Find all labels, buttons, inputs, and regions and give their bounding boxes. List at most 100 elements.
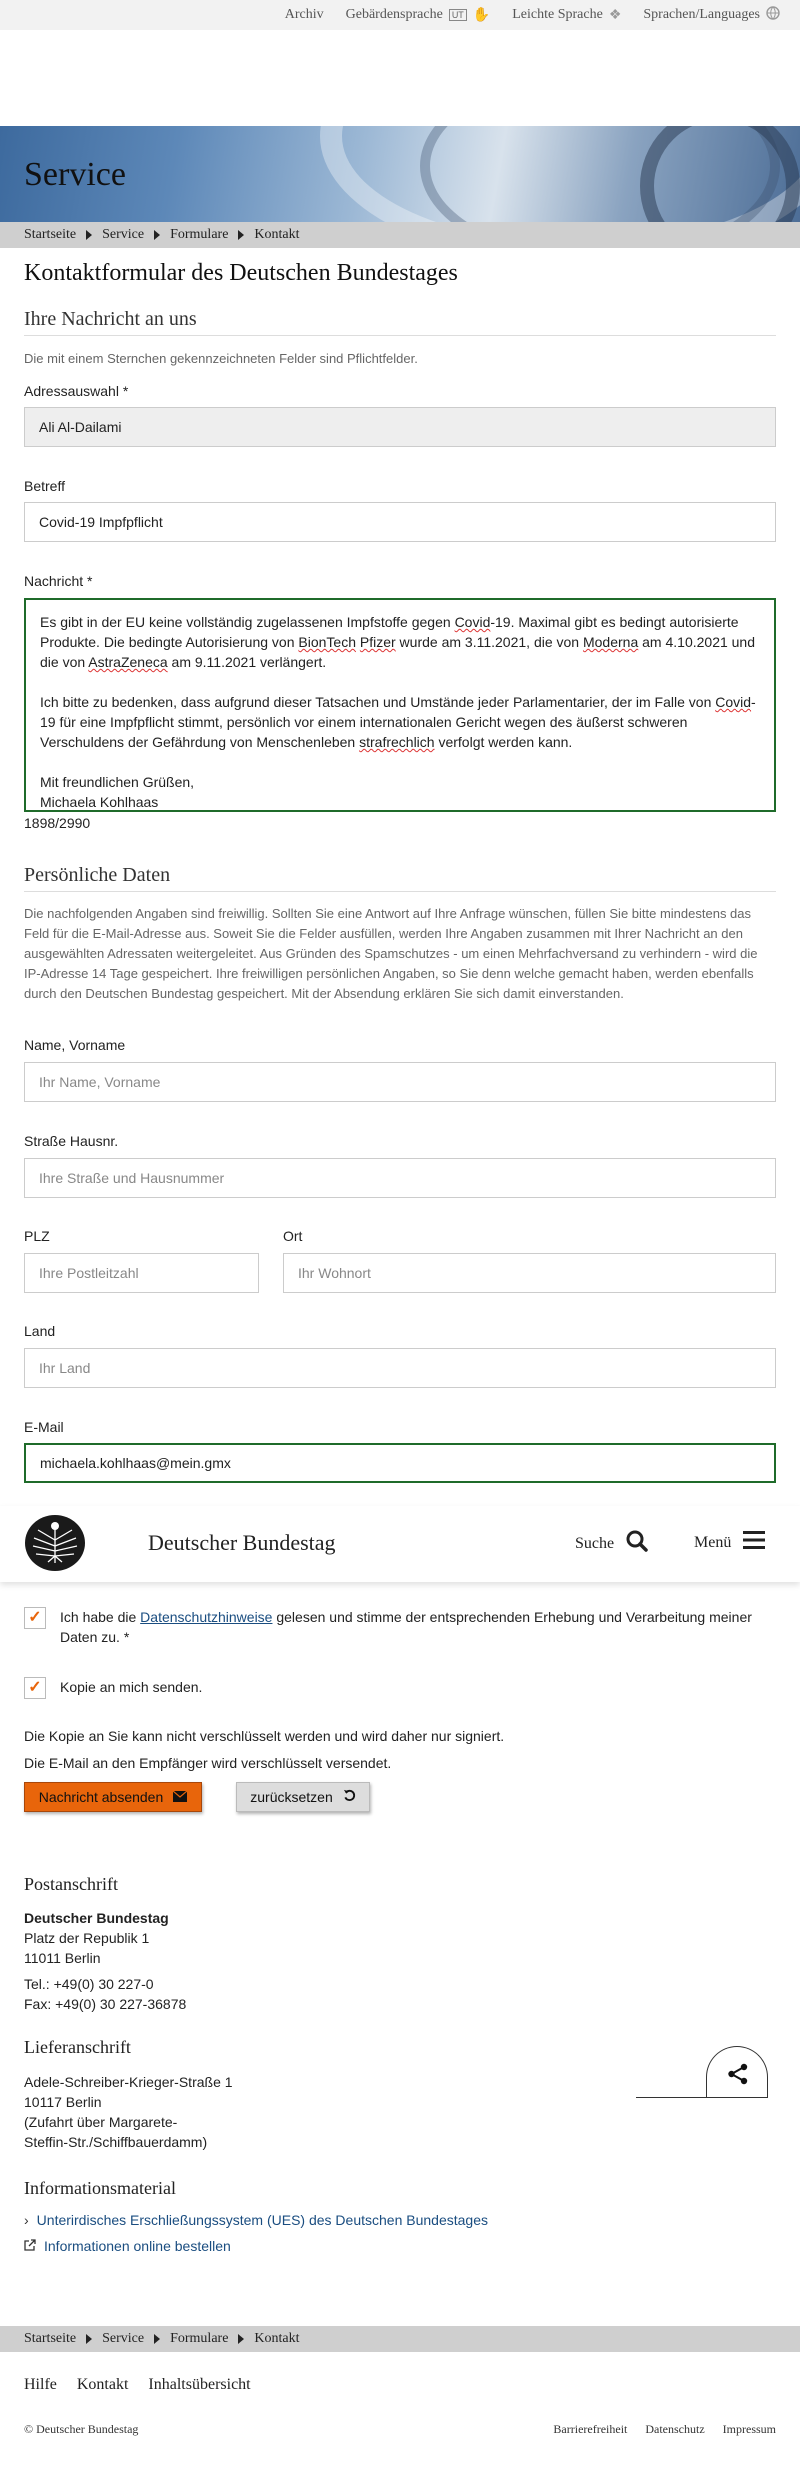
lief-note: (Zufahrt über Margarete- — [24, 2114, 178, 2130]
footer-link-inhaltsuebersicht[interactable]: Inhaltsübersicht — [148, 2376, 250, 2394]
hands-icon: ✋ — [472, 7, 491, 23]
breadcrumb: Startseite Service Formulare Kontakt — [0, 222, 800, 248]
plz-input[interactable]: Ihre Postleitzahl — [24, 1253, 259, 1293]
share-button[interactable] — [706, 2046, 768, 2098]
post-name: Deutscher Bundestag — [24, 1910, 169, 1926]
street-input[interactable]: Ihre Straße und Hausnummer — [24, 1158, 776, 1198]
ort-placeholder: Ihr Wohnort — [298, 1265, 371, 1281]
order-info-link[interactable]: Informationen online bestellen — [24, 2238, 231, 2254]
phone-number: Tel.: +49(0) 30 227-0 — [24, 1976, 154, 1992]
footer-link-impressum[interactable]: Impressum — [723, 2422, 776, 2437]
copy-note: Die Kopie an Sie kann nicht verschlüssel… — [24, 1728, 505, 1744]
order-info-label: Informationen online bestellen — [44, 2238, 231, 2254]
message-paragraph: Es gibt in der EU keine vollständig zuge… — [40, 614, 756, 670]
breadcrumb-separator-icon — [238, 230, 245, 240]
submit-button[interactable]: Nachricht absenden — [24, 1782, 202, 1812]
footer-nav: Hilfe Kontakt Inhaltsübersicht — [24, 2376, 251, 2394]
lief-city: 10117 Berlin — [24, 2094, 102, 2110]
hero-banner: Service — [0, 126, 800, 222]
breadcrumb-separator-icon — [238, 2334, 245, 2344]
breadcrumb-item-startseite[interactable]: Startseite — [24, 227, 76, 243]
search-button[interactable]: Suche — [575, 1530, 648, 1557]
breadcrumb-item-service[interactable]: Service — [102, 227, 144, 243]
page-title: Kontaktformular des Deutschen Bundestage… — [24, 260, 458, 286]
character-counter: 1898/2990 — [24, 815, 91, 831]
personal-intro: Die nachfolgenden Angaben sind freiwilli… — [24, 906, 758, 1001]
ort-label: Ort — [283, 1228, 303, 1244]
legal-links: Barrierefreiheit Datenschutz Impressum — [553, 2422, 776, 2437]
plz-placeholder: Ihre Postleitzahl — [39, 1265, 139, 1281]
message-closing: Mit freundlichen Grüßen, — [40, 774, 195, 790]
lief-street: Adele-Schreiber-Krieger-Straße 1 — [24, 2074, 233, 2090]
address-select[interactable]: Ali Al-Dailami — [24, 407, 776, 447]
share-divider — [636, 2097, 768, 2098]
personal-section-heading: Persönliche Daten — [24, 864, 776, 892]
message-section-heading: Ihre Nachricht an uns — [24, 308, 776, 336]
languages-link[interactable]: Sprachen/Languages — [643, 5, 780, 25]
street-label: Straße Hausnr. — [24, 1133, 119, 1149]
external-link-icon — [24, 2238, 36, 2254]
reset-button[interactable]: zurücksetzen — [236, 1782, 370, 1812]
ort-input[interactable]: Ihr Wohnort — [283, 1253, 776, 1293]
gebaerdensprache-link[interactable]: Gebärdensprache UT ✋ — [346, 7, 491, 24]
required-note: Die mit einem Sternchen gekennzeichneten… — [24, 351, 418, 366]
checkmark-icon: ✓ — [28, 1679, 42, 1696]
privacy-consent-text: Ich habe die Datenschutzhinweise gelesen… — [60, 1609, 752, 1645]
privacy-link[interactable]: Datenschutzhinweise — [140, 1609, 272, 1625]
ues-link[interactable]: › Unterirdisches Erschließungssystem (UE… — [24, 2212, 488, 2228]
breadcrumb-separator-icon — [154, 2334, 161, 2344]
name-placeholder: Ihr Name, Vorname — [39, 1074, 161, 1090]
hamburger-icon — [743, 1530, 766, 1555]
postanschrift-address: Deutscher Bundestag Platz der Republik 1… — [24, 1908, 186, 2014]
land-input[interactable]: Ihr Land — [24, 1348, 776, 1388]
copy-label: Kopie an mich senden. — [60, 1679, 203, 1695]
archiv-link[interactable]: Archiv — [285, 7, 324, 23]
footer-link-kontakt[interactable]: Kontakt — [77, 2376, 129, 2394]
leichte-sprache-label: Leichte Sprache — [512, 7, 603, 22]
breadcrumb-separator-icon — [86, 2334, 93, 2344]
submit-label: Nachricht absenden — [38, 1789, 164, 1805]
breadcrumb-item-kontakt: Kontakt — [254, 227, 300, 242]
breadcrumb-separator-icon — [154, 230, 161, 240]
message-textarea[interactable]: Es gibt in der EU keine vollständig zuge… — [24, 598, 776, 812]
postanschrift-heading: Postanschrift — [24, 1874, 118, 1894]
hero-decoration — [640, 126, 800, 222]
globe-icon — [766, 5, 780, 25]
hero-title: Service — [24, 156, 126, 193]
sticky-header-title[interactable]: Deutscher Bundestag — [148, 1530, 336, 1556]
copy-row: ✓ Kopie an mich senden. — [24, 1677, 776, 1699]
archiv-label: Archiv — [284, 7, 324, 22]
envelope-icon — [172, 1789, 188, 1805]
message-label: Nachricht * — [24, 573, 93, 589]
street-placeholder: Ihre Straße und Hausnummer — [39, 1170, 225, 1186]
breadcrumb-item-kontakt: Kontakt — [254, 2331, 300, 2346]
message-signature: Michaela Kohlhaas — [40, 794, 159, 810]
footer-link-datenschutz[interactable]: Datenschutz — [645, 2422, 704, 2437]
email-input[interactable]: michaela.kohlhaas@mein.gmx — [24, 1443, 776, 1483]
copy-checkbox[interactable]: ✓ — [24, 1677, 46, 1699]
ut-badge: UT — [448, 9, 467, 21]
breadcrumb-item-startseite[interactable]: Startseite — [24, 2331, 76, 2347]
plz-label: PLZ — [24, 1228, 50, 1244]
footer-link-barrierefreiheit[interactable]: Barrierefreiheit — [553, 2422, 627, 2437]
leichte-sprache-link[interactable]: Leichte Sprache ❖ — [512, 7, 621, 24]
breadcrumb-item-formulare[interactable]: Formulare — [170, 227, 228, 243]
footer-link-hilfe[interactable]: Hilfe — [24, 2376, 57, 2394]
post-city: 11011 Berlin — [24, 1950, 101, 1966]
fax-number: Fax: +49(0) 30 227-36878 — [24, 1996, 187, 2012]
utility-bar: Archiv Gebärdensprache UT ✋ Leichte Spra… — [0, 0, 800, 30]
subject-input[interactable]: Covid-19 Impfpflicht — [24, 502, 776, 542]
languages-label: Sprachen/Languages — [643, 7, 760, 22]
search-icon — [626, 1530, 648, 1557]
breadcrumb-item-formulare[interactable]: Formulare — [170, 2331, 228, 2347]
privacy-checkbox[interactable]: ✓ — [24, 1607, 46, 1629]
gebaerdensprache-label: Gebärdensprache — [345, 7, 443, 22]
menu-button[interactable]: Menü — [694, 1530, 766, 1555]
address-label: Adressauswahl * — [24, 383, 129, 399]
privacy-consent-row: ✓ Ich habe die Datenschutzhinweise geles… — [24, 1607, 776, 1647]
land-label: Land — [24, 1323, 56, 1339]
lieferanschrift-heading: Lieferanschrift — [24, 2037, 131, 2057]
bundesadler-logo-icon[interactable] — [24, 1514, 86, 1572]
name-input[interactable]: Ihr Name, Vorname — [24, 1062, 776, 1102]
breadcrumb-item-service[interactable]: Service — [102, 2331, 144, 2347]
